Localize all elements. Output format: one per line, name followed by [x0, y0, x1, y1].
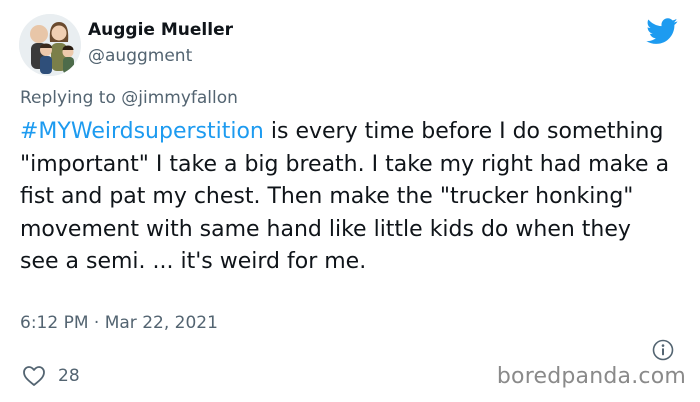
- reply-prefix: Replying to: [20, 88, 116, 108]
- heart-icon: [23, 366, 45, 386]
- divider: [20, 348, 640, 349]
- tweet-timestamp[interactable]: 6:12 PM · Mar 22, 2021: [20, 313, 218, 333]
- like-count: 28: [58, 366, 80, 386]
- like-button[interactable]: 28: [22, 365, 80, 387]
- info-icon[interactable]: [652, 339, 674, 361]
- twitter-bird-icon[interactable]: [646, 18, 678, 45]
- reply-context: Replying to @jimmyfallon: [20, 88, 238, 108]
- author-avatar[interactable]: [19, 14, 81, 76]
- author-name[interactable]: Auggie Mueller: [88, 20, 233, 40]
- reply-mention-link[interactable]: @jimmyfallon: [121, 88, 238, 108]
- source-watermark: boredpanda.com: [496, 364, 686, 389]
- tweet-time: 6:12 PM: [20, 313, 89, 333]
- author-handle[interactable]: @auggment: [88, 46, 192, 66]
- meta-separator: ·: [93, 313, 100, 333]
- hashtag-link[interactable]: #MYWeirdsuperstition: [20, 119, 264, 144]
- tweet-text: #MYWeirdsuperstition is every time befor…: [20, 116, 670, 279]
- tweet-date: Mar 22, 2021: [104, 313, 218, 333]
